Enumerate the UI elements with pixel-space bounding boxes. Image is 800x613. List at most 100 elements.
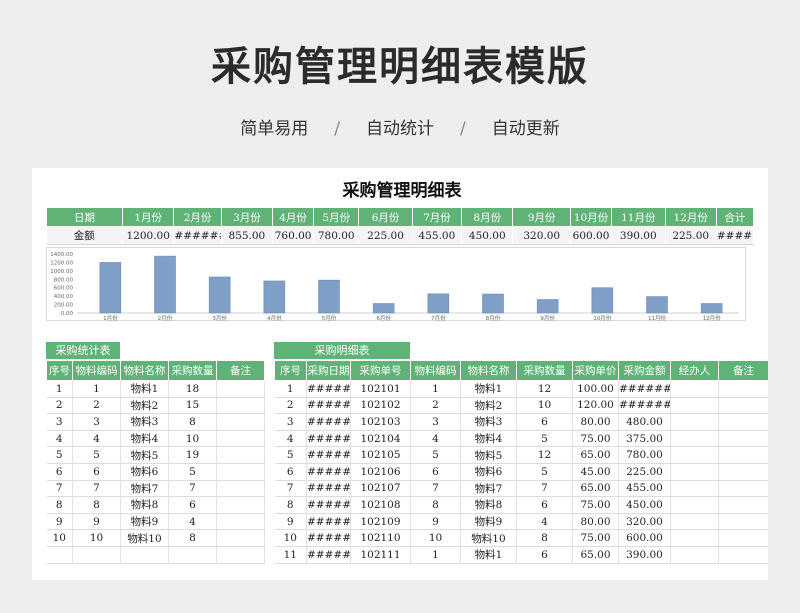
- details-cell[interactable]: 8: [274, 496, 307, 514]
- details-cell[interactable]: 4: [516, 513, 573, 531]
- details-cell[interactable]: 455.00: [618, 480, 671, 498]
- stats-cell[interactable]: 7: [72, 480, 121, 498]
- details-cell[interactable]: 6: [516, 496, 573, 514]
- stats-cell[interactable]: 5: [168, 463, 217, 481]
- stats-cell[interactable]: 7: [46, 480, 73, 498]
- stats-cell[interactable]: 物料7: [120, 480, 169, 498]
- details-cell[interactable]: ######: [306, 546, 351, 564]
- stats-cell[interactable]: [168, 546, 217, 564]
- monthly-value-cell[interactable]: 760.00: [272, 226, 315, 245]
- details-cell[interactable]: ######: [306, 380, 351, 398]
- stats-cell[interactable]: 8: [46, 496, 73, 514]
- details-cell[interactable]: 65.00: [572, 446, 619, 464]
- details-cell[interactable]: 102105: [350, 446, 411, 464]
- details-cell[interactable]: 7: [274, 480, 307, 498]
- details-cell[interactable]: 75.00: [572, 496, 619, 514]
- details-cell[interactable]: [718, 496, 768, 514]
- details-cell[interactable]: 600.00: [618, 529, 671, 547]
- details-cell[interactable]: [718, 480, 768, 498]
- stats-cell[interactable]: [216, 397, 265, 415]
- details-cell[interactable]: [670, 446, 719, 464]
- details-cell[interactable]: 102107: [350, 480, 411, 498]
- stats-cell[interactable]: [216, 446, 265, 464]
- stats-cell[interactable]: 9: [46, 513, 73, 531]
- details-cell[interactable]: 225.00: [618, 463, 671, 481]
- stats-cell[interactable]: 15: [168, 397, 217, 415]
- stats-cell[interactable]: 物料9: [120, 513, 169, 531]
- details-cell[interactable]: 5: [410, 446, 461, 464]
- stats-cell[interactable]: 6: [72, 463, 121, 481]
- details-cell[interactable]: ######: [306, 480, 351, 498]
- details-cell[interactable]: 75.00: [572, 529, 619, 547]
- monthly-value-cell[interactable]: 450.00: [461, 226, 514, 245]
- details-cell[interactable]: 物料6: [460, 463, 517, 481]
- details-cell[interactable]: 物料9: [460, 513, 517, 531]
- stats-cell[interactable]: 10: [46, 529, 73, 547]
- stats-cell[interactable]: 9: [72, 513, 121, 531]
- details-cell[interactable]: 4: [410, 430, 461, 448]
- details-cell[interactable]: [670, 496, 719, 514]
- monthly-value-cell[interactable]: 855.00: [221, 226, 274, 245]
- stats-cell[interactable]: 物料4: [120, 430, 169, 448]
- details-cell[interactable]: ######: [306, 446, 351, 464]
- details-cell[interactable]: ######: [306, 529, 351, 547]
- stats-cell[interactable]: 物料2: [120, 397, 169, 415]
- details-cell[interactable]: 390.00: [618, 546, 671, 564]
- stats-cell[interactable]: 10: [168, 430, 217, 448]
- stats-cell[interactable]: 5: [72, 446, 121, 464]
- details-cell[interactable]: 3: [410, 413, 461, 431]
- details-cell[interactable]: 102106: [350, 463, 411, 481]
- stats-cell[interactable]: 物料6: [120, 463, 169, 481]
- details-cell[interactable]: 物料7: [460, 480, 517, 498]
- stats-cell[interactable]: [216, 430, 265, 448]
- details-cell[interactable]: 10: [516, 397, 573, 415]
- monthly-value-cell[interactable]: 600.00: [570, 226, 613, 245]
- stats-cell[interactable]: 物料10: [120, 529, 169, 547]
- details-cell[interactable]: 65.00: [572, 480, 619, 498]
- details-cell[interactable]: 5: [516, 430, 573, 448]
- details-cell[interactable]: 8: [516, 529, 573, 547]
- stats-cell[interactable]: 物料8: [120, 496, 169, 514]
- details-cell[interactable]: 102108: [350, 496, 411, 514]
- details-cell[interactable]: 102111: [350, 546, 411, 564]
- details-cell[interactable]: 80.00: [572, 513, 619, 531]
- details-cell[interactable]: [718, 430, 768, 448]
- details-cell[interactable]: 物料1: [460, 546, 517, 564]
- details-cell[interactable]: 4: [274, 430, 307, 448]
- stats-cell[interactable]: [216, 546, 265, 564]
- monthly-value-cell[interactable]: 320.00: [512, 226, 571, 245]
- details-cell[interactable]: [718, 397, 768, 415]
- details-cell[interactable]: 102104: [350, 430, 411, 448]
- details-cell[interactable]: 80.00: [572, 413, 619, 431]
- stats-cell[interactable]: 3: [46, 413, 73, 431]
- stats-cell[interactable]: 8: [168, 413, 217, 431]
- details-cell[interactable]: [670, 513, 719, 531]
- details-cell[interactable]: [718, 463, 768, 481]
- details-cell[interactable]: ########: [618, 397, 671, 415]
- details-cell[interactable]: 2: [274, 397, 307, 415]
- details-cell[interactable]: 450.00: [618, 496, 671, 514]
- details-cell[interactable]: [670, 380, 719, 398]
- details-cell[interactable]: 11: [274, 546, 307, 564]
- stats-tab[interactable]: 采购统计表: [46, 342, 120, 359]
- details-cell[interactable]: 102110: [350, 529, 411, 547]
- details-cell[interactable]: 45.00: [572, 463, 619, 481]
- details-cell[interactable]: [718, 546, 768, 564]
- stats-cell[interactable]: [46, 546, 73, 564]
- details-cell[interactable]: [670, 480, 719, 498]
- stats-cell[interactable]: 2: [72, 397, 121, 415]
- details-cell[interactable]: ######: [306, 496, 351, 514]
- stats-cell[interactable]: [72, 546, 121, 564]
- details-cell[interactable]: 10: [274, 529, 307, 547]
- details-cell[interactable]: 375.00: [618, 430, 671, 448]
- details-cell[interactable]: 7: [516, 480, 573, 498]
- details-cell[interactable]: 5: [516, 463, 573, 481]
- details-cell[interactable]: 8: [410, 496, 461, 514]
- stats-cell[interactable]: 7: [168, 480, 217, 498]
- details-cell[interactable]: 2: [410, 397, 461, 415]
- stats-cell[interactable]: 19: [168, 446, 217, 464]
- details-cell[interactable]: 物料4: [460, 430, 517, 448]
- details-cell[interactable]: 1: [274, 380, 307, 398]
- stats-cell[interactable]: 8: [72, 496, 121, 514]
- monthly-value-cell[interactable]: 225.00: [358, 226, 413, 245]
